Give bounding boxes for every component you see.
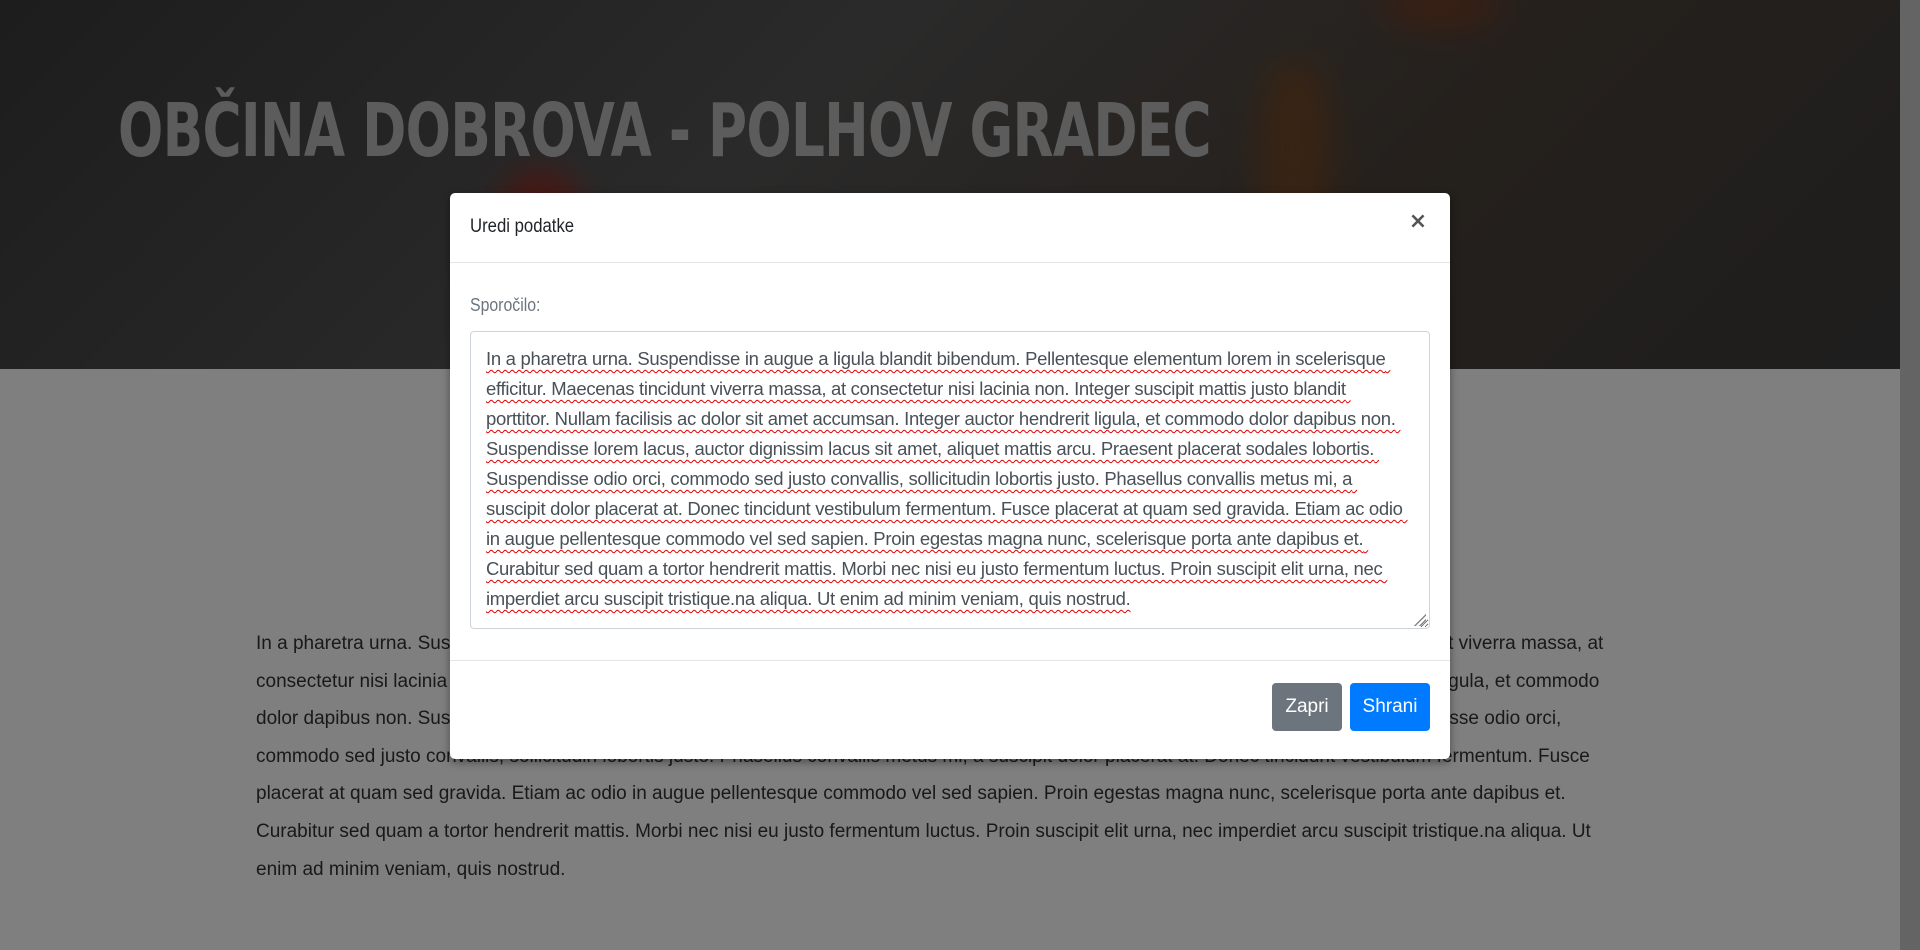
message-label: Sporočilo:	[470, 295, 541, 315]
resize-grip-icon[interactable]	[1414, 614, 1426, 626]
close-icon[interactable]: ×	[1406, 210, 1430, 234]
save-button[interactable]: Shrani	[1350, 683, 1430, 731]
modal-body: Sporočilo: In a pharetra urna. Suspendis…	[450, 263, 1450, 661]
modal-footer: Zapri Shrani	[450, 661, 1450, 759]
message-textarea[interactable]: In a pharetra urna. Suspendisse in augue…	[470, 331, 1430, 629]
edit-data-modal: Uredi podatke × Sporočilo: In a pharetra…	[450, 193, 1450, 759]
close-button[interactable]: Zapri	[1272, 683, 1342, 731]
modal-title: Uredi podatke	[470, 216, 575, 237]
modal-header: Uredi podatke ×	[450, 193, 1450, 263]
